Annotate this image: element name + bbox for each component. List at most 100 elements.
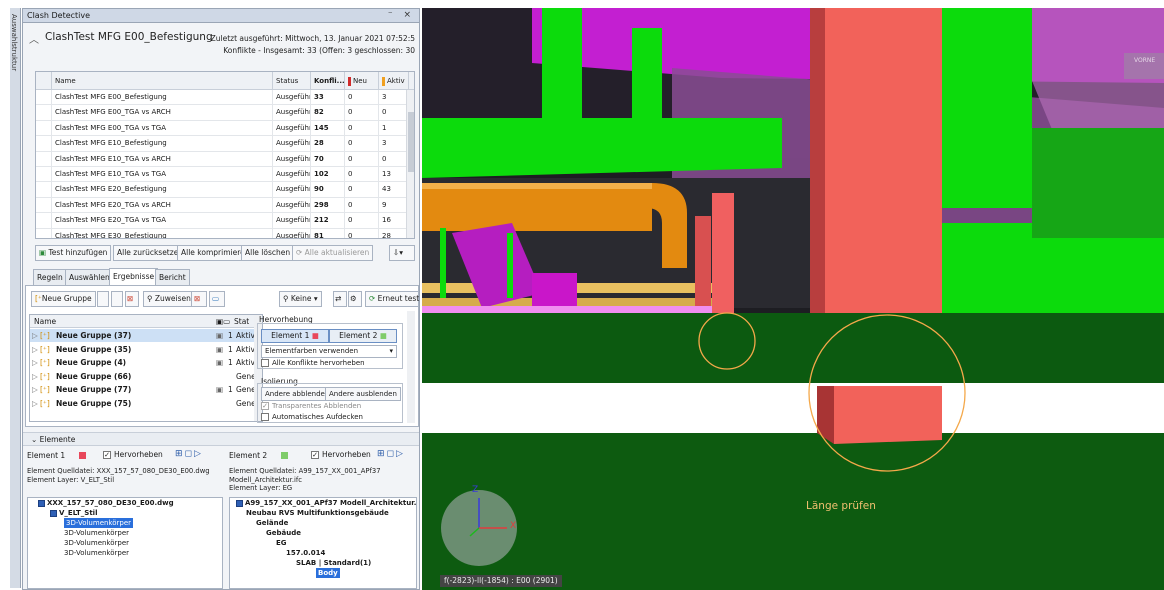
tree-file-node[interactable]: A99_157_XX_001_APf37 Modell_Architektur.… <box>236 498 416 508</box>
tree-file-node[interactable]: XXX_157_57_080_DE30_E00.dwg <box>38 498 174 508</box>
element1-toggle[interactable]: Element 1 ■ <box>261 329 329 343</box>
element2-view-icons[interactable]: ⊞◻▷ <box>377 449 405 459</box>
panel-window-controls[interactable]: ⁻ × <box>388 10 415 20</box>
element2-toggle[interactable]: Element 2 ■ <box>329 329 397 343</box>
col-status-header[interactable]: Status <box>273 72 311 90</box>
assign-button[interactable]: ⚲ Zuweisen <box>143 291 195 307</box>
filter-icon[interactable]: ⚙ <box>348 291 362 307</box>
export-icon: ⇩▾ <box>393 248 404 257</box>
tree-slab-node[interactable]: SLAB | Standard(1) <box>296 558 371 568</box>
element1-view-icons[interactable]: ⊞◻▷ <box>175 449 203 459</box>
delete-all-button[interactable]: Alle löschen <box>241 245 295 261</box>
table-row[interactable]: ClashTest MFG E10_TGA vs TGA Ausgeführ 102… <box>36 167 409 183</box>
comment-icon[interactable]: ▭ <box>209 291 225 307</box>
panel-title: Clash Detective <box>27 11 91 20</box>
tree-site-node[interactable]: Gelände <box>256 518 288 528</box>
auto-reveal-checkbox[interactable]: Automatisches Aufdecken <box>261 413 363 421</box>
tab-results[interactable]: Ergebnisse <box>109 268 159 285</box>
col-active-header[interactable]: Aktiv <box>379 72 409 90</box>
col-name-header[interactable]: Name <box>52 72 273 90</box>
table-cell: 0 <box>345 136 379 152</box>
table-row[interactable]: ClashTest MFG E20_TGA vs TGA Ausgeführ 212… <box>36 213 409 229</box>
table-row[interactable]: ClashTest MFG E00_TGA vs TGA Ausgeführ 145… <box>36 120 409 137</box>
tab-rules[interactable]: Regeln <box>33 269 67 285</box>
tree-solid-node[interactable]: 3D-Volumenkörper <box>64 528 129 538</box>
none-dropdown[interactable]: ⚲ Keine ▾ <box>279 291 322 307</box>
view-cube-button[interactable]: VORNE <box>1134 57 1155 64</box>
reset-all-button[interactable]: Alle zurücksetzen <box>113 245 188 261</box>
element-colors-select[interactable]: Elementfarben verwenden ▾ <box>261 345 397 358</box>
ungroup-icon[interactable]: ⊠ <box>125 291 139 307</box>
export-dropdown-button[interactable]: ⇩▾ <box>389 245 415 261</box>
table-cell: Ausgeführ <box>273 90 311 105</box>
expand-icon[interactable]: ▷ <box>32 383 38 396</box>
expand-icon[interactable]: ▷ <box>32 397 38 410</box>
hide-others-button[interactable]: Andere ausblenden <box>325 387 401 401</box>
result-group-row[interactable]: ▷ [⁺] Neue Gruppe (37) ▣ 1 Aktiv <box>30 329 256 342</box>
unassign-icon[interactable]: ⊠ <box>191 291 207 307</box>
results-col-status[interactable]: Stat <box>234 315 249 328</box>
expand-icon[interactable]: ▷ <box>32 343 38 356</box>
table-row[interactable]: ClashTest MFG E30_Befestigung Ausgeführ 81… <box>36 228 409 238</box>
result-group-row[interactable]: ▷ [⁺] Neue Gruppe (77) ▣ 1 Gene <box>30 383 256 396</box>
table-row[interactable]: ClashTest MFG E00_Befestigung Ausgeführ 33… <box>36 90 409 106</box>
table-row[interactable]: ClashTest MFG E00_TGA vs ARCH Ausgeführ 82… <box>36 105 409 121</box>
element2-highlight-checkbox[interactable]: ✓ Hervorheben <box>311 450 371 459</box>
result-group-row[interactable]: ▷ [⁺] Neue Gruppe (66) Gene <box>30 370 256 383</box>
new-group-button[interactable]: [⁺Neue Gruppe <box>31 291 96 307</box>
group-status: Aktiv <box>236 331 255 340</box>
table-cell: 298 <box>311 197 345 213</box>
retest-button[interactable]: ⟳ Erneut testen <box>365 291 419 307</box>
tree-body-node[interactable]: Body <box>316 568 340 578</box>
3d-viewport[interactable]: Z X VORNE <box>422 8 1164 590</box>
table-row[interactable]: ClashTest MFG E10_TGA vs ARCH Ausgeführ 70… <box>36 151 409 167</box>
results-col-name[interactable]: Name <box>34 315 56 328</box>
collapse-chevron-icon[interactable]: ︿ <box>29 31 39 46</box>
add-test-button[interactable]: ▣ Test hinzufügen <box>35 245 112 261</box>
col-new-header[interactable]: Neu <box>345 72 379 90</box>
tree-solid-node[interactable]: 3D-Volumenkörper <box>64 518 134 528</box>
table-cell: 0 <box>345 197 379 213</box>
tree-storey-node[interactable]: EG <box>276 538 287 548</box>
expand-icon[interactable]: ▷ <box>32 370 38 383</box>
table-row[interactable]: ClashTest MFG E20_TGA vs ARCH Ausgeführ 29… <box>36 197 409 214</box>
group-icon: [⁺] <box>40 344 50 354</box>
table-row[interactable]: ClashTest MFG E10_Befestigung Ausgeführ 28… <box>36 136 409 152</box>
highlight-all-checkbox[interactable]: Alle Konflikte hervorheben <box>261 359 365 367</box>
tree-building-node[interactable]: Gebäude <box>266 528 301 538</box>
elements-section-header[interactable]: ⌄ Elemente <box>23 432 419 446</box>
table-cell: 28 <box>311 136 345 152</box>
tree-project-node[interactable]: Neubau RVS Multifunktionsgebäude <box>246 508 389 518</box>
dim-others-button[interactable]: Andere abblenden <box>261 387 334 401</box>
element2-color-swatch <box>281 452 288 459</box>
group-icon-1[interactable] <box>97 291 109 307</box>
group-icon: [⁺] <box>40 358 50 367</box>
transparent-dim-checkbox[interactable]: ✓ Transparentes Abblenden <box>261 402 361 410</box>
element1-highlight-checkbox[interactable]: ✓ Hervorheben <box>103 450 163 459</box>
result-group-row[interactable]: ▷ [⁺] Neue Gruppe (4) ▣ 1 Aktiv <box>30 356 256 369</box>
results-tree: Name ▣▭ Stat ▷ [⁺] Neue Gruppe (37) ▣ 1 Aktiv… <box>29 314 263 422</box>
tree-solid-node[interactable]: 3D-Volumenkörper <box>64 538 129 548</box>
layer-icon <box>50 509 57 517</box>
group-icon-2[interactable] <box>111 291 123 307</box>
options-scrollbar[interactable] <box>407 311 415 423</box>
tree-solid-node[interactable]: 3D-Volumenkörper <box>64 548 129 558</box>
tab-select[interactable]: Auswählen <box>65 269 114 285</box>
expand-icon[interactable]: ▷ <box>32 356 38 369</box>
expand-icon[interactable]: ▷ <box>32 329 38 342</box>
result-group-row[interactable]: ▷ [⁺] Neue Gruppe (75) Gene <box>30 397 256 410</box>
tree-space-node[interactable]: 157.0.014 <box>286 548 325 558</box>
grid-scrollbar[interactable] <box>406 90 414 238</box>
sync-icon[interactable]: ⇄ <box>333 291 347 307</box>
grid-scroll-thumb[interactable] <box>408 112 414 172</box>
tab-report[interactable]: Bericht <box>155 269 190 285</box>
update-all-button[interactable]: ⟳ Alle aktualisieren <box>292 245 374 261</box>
col-conflicts-header[interactable]: Konfli... <box>311 72 345 90</box>
orange-pipe <box>422 183 652 231</box>
tree-layer-node[interactable]: V_ELT_Stil <box>50 508 97 518</box>
table-cell: 82 <box>311 105 345 121</box>
result-group-row[interactable]: ▷ [⁺] Neue Gruppe (35) ▣ 1 Aktiv <box>30 343 256 356</box>
table-row[interactable]: ClashTest MFG E20_Befestigung Ausgeführ 90… <box>36 182 409 198</box>
table-cell: Ausgeführ <box>273 120 311 136</box>
selection-tree-side-tab[interactable]: Auswahlstruktur <box>10 8 21 588</box>
